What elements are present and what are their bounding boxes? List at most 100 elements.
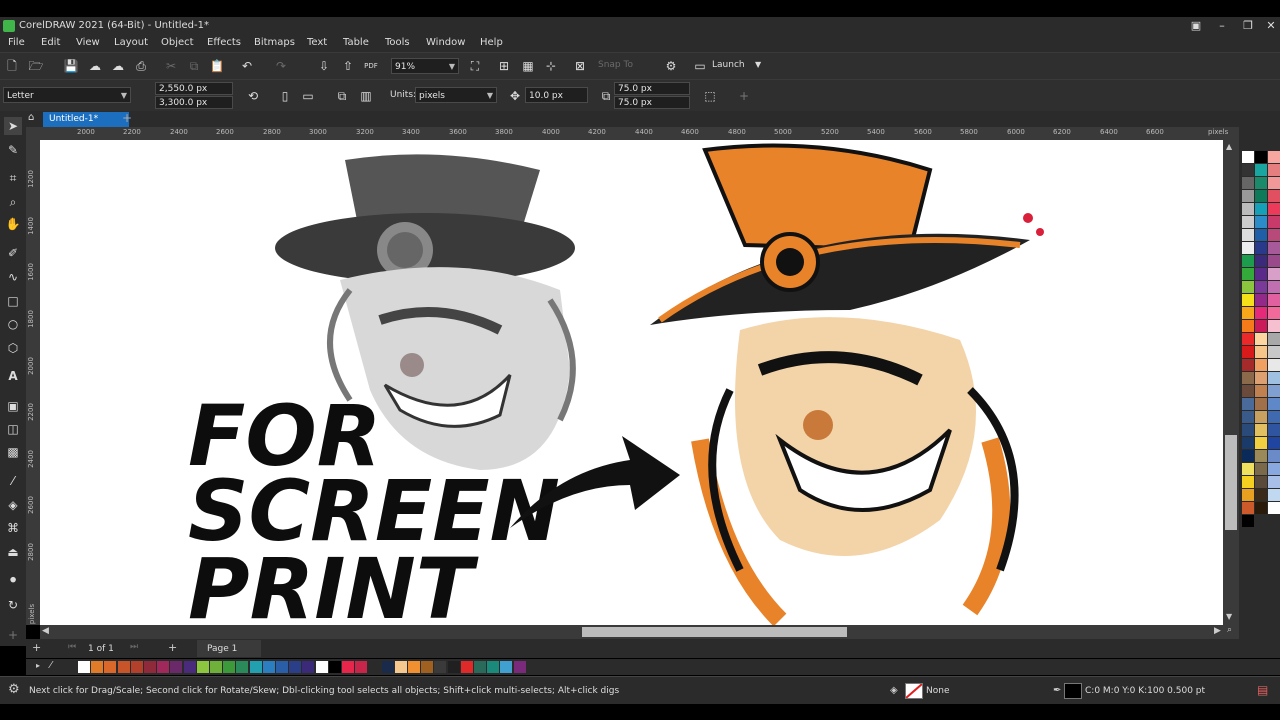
menu-help[interactable]: Help bbox=[480, 37, 503, 48]
launch-icon[interactable]: ▭ bbox=[691, 57, 709, 75]
palette-swatch[interactable] bbox=[1268, 203, 1280, 215]
page-height-field[interactable]: 3,300.0 px bbox=[155, 96, 233, 109]
palette-swatch[interactable] bbox=[1255, 255, 1267, 267]
duplicate-x-field[interactable]: 75.0 px bbox=[614, 82, 690, 95]
interactive-fill-icon[interactable]: ◈ bbox=[4, 496, 22, 514]
document-palette-swatch[interactable] bbox=[117, 661, 130, 673]
palette-swatch[interactable] bbox=[1255, 307, 1267, 319]
palette-swatch[interactable] bbox=[1242, 437, 1254, 449]
horizontal-scrollbar[interactable]: ◀ ▶ ⌕ bbox=[40, 625, 1239, 639]
ellipse-tool-icon[interactable]: ○ bbox=[4, 315, 22, 333]
palette-swatch[interactable] bbox=[1242, 281, 1254, 293]
palette-swatch[interactable] bbox=[1268, 320, 1280, 332]
palette-swatch[interactable] bbox=[1255, 346, 1267, 358]
copy-icon[interactable]: ⧉ bbox=[185, 57, 203, 75]
palette-swatch[interactable] bbox=[1242, 372, 1254, 384]
palette-swatch[interactable] bbox=[1255, 242, 1267, 254]
eyedropper-icon[interactable]: ⁄ bbox=[4, 472, 22, 490]
palette-swatch[interactable] bbox=[1255, 229, 1267, 241]
fill-swatch[interactable] bbox=[905, 683, 923, 699]
restore-button[interactable]: ❐ bbox=[1237, 18, 1259, 34]
add-page-icon[interactable]: + bbox=[32, 641, 41, 654]
palette-swatch[interactable] bbox=[1268, 372, 1280, 384]
current-page-icon[interactable]: ▥ bbox=[357, 87, 375, 105]
palette-swatch[interactable] bbox=[1255, 476, 1267, 488]
palette-swatch[interactable] bbox=[1242, 294, 1254, 306]
palette-swatch[interactable] bbox=[1242, 333, 1254, 345]
document-palette-swatch[interactable] bbox=[223, 661, 236, 673]
color-palette[interactable] bbox=[1239, 111, 1280, 658]
document-palette-swatch[interactable] bbox=[157, 661, 170, 673]
palette-swatch[interactable] bbox=[1268, 411, 1280, 423]
palette-swatch[interactable] bbox=[1268, 359, 1280, 371]
palette-swatch[interactable] bbox=[1242, 424, 1254, 436]
rectangle-tool-icon[interactable]: □ bbox=[4, 292, 22, 310]
duplicate-y-field[interactable]: 75.0 px bbox=[614, 96, 690, 109]
transform-icon[interactable]: ⟲ bbox=[244, 87, 262, 105]
document-palette-swatch[interactable] bbox=[500, 661, 513, 673]
palette-swatch[interactable] bbox=[1255, 385, 1267, 397]
document-palette-swatch[interactable] bbox=[487, 661, 500, 673]
shape-tool-icon[interactable]: ✎ bbox=[4, 141, 22, 159]
cut-icon[interactable]: ✂ bbox=[162, 57, 180, 75]
palette-swatch[interactable] bbox=[1268, 489, 1280, 501]
snap-to-dropdown[interactable]: Snap To bbox=[598, 60, 633, 70]
palette-swatch[interactable] bbox=[1242, 151, 1254, 163]
document-palette-swatch[interactable] bbox=[289, 661, 302, 673]
palette-swatch[interactable] bbox=[1242, 489, 1254, 501]
parallel-dimension-icon[interactable]: ▣ bbox=[4, 397, 22, 415]
add-icon[interactable]: + bbox=[735, 87, 753, 105]
palette-swatch[interactable] bbox=[1242, 268, 1254, 280]
menu-text[interactable]: Text bbox=[307, 37, 327, 48]
document-palette-swatch[interactable] bbox=[276, 661, 288, 673]
cloud-upload-icon[interactable]: ☁ bbox=[86, 57, 104, 75]
menu-effects[interactable]: Effects bbox=[207, 37, 241, 48]
palette-swatch[interactable] bbox=[1268, 190, 1280, 202]
palette-swatch[interactable] bbox=[1255, 502, 1267, 514]
menu-bitmaps[interactable]: Bitmaps bbox=[254, 37, 295, 48]
vertical-scroll-thumb[interactable] bbox=[1225, 435, 1237, 530]
zoom-level-field[interactable]: 91% ▼ bbox=[391, 58, 459, 74]
document-palette-swatch[interactable] bbox=[368, 661, 381, 673]
add-tool-icon[interactable]: + bbox=[4, 626, 22, 644]
document-palette-swatch[interactable] bbox=[315, 661, 328, 673]
page-tab[interactable]: Page 1 bbox=[197, 640, 261, 657]
export-icon[interactable]: ⇧ bbox=[339, 57, 357, 75]
palette-swatch[interactable] bbox=[1255, 437, 1267, 449]
vertical-scrollbar[interactable]: ▲ ▼ bbox=[1223, 140, 1239, 625]
palette-swatch[interactable] bbox=[1255, 151, 1267, 163]
palette-swatch[interactable] bbox=[1268, 242, 1280, 254]
palette-swatch[interactable] bbox=[1242, 242, 1254, 254]
document-palette-swatch[interactable] bbox=[355, 661, 368, 673]
scroll-up-icon[interactable]: ▲ bbox=[1226, 142, 1232, 151]
home-icon[interactable]: ⌂ bbox=[28, 112, 40, 126]
eyedropper-icon[interactable]: ⁄ bbox=[50, 660, 52, 671]
palette-swatch[interactable] bbox=[1242, 255, 1254, 267]
undo-icon[interactable]: ↶ bbox=[238, 57, 256, 75]
palette-swatch[interactable] bbox=[1242, 229, 1254, 241]
document-palette-swatch[interactable] bbox=[236, 661, 249, 673]
new-tab-icon[interactable]: + bbox=[122, 111, 134, 125]
palette-swatch[interactable] bbox=[1268, 476, 1280, 488]
document-palette-swatch[interactable] bbox=[210, 661, 222, 673]
palette-swatch[interactable] bbox=[1268, 398, 1280, 410]
document-palette-swatch[interactable] bbox=[249, 661, 262, 673]
page-width-field[interactable]: 2,550.0 px bbox=[155, 82, 233, 95]
document-palette-swatch[interactable] bbox=[196, 661, 209, 673]
document-palette-swatch[interactable] bbox=[381, 661, 394, 673]
document-palette-swatch[interactable] bbox=[91, 661, 104, 673]
close-button[interactable]: ✕ bbox=[1260, 18, 1280, 34]
scroll-left-icon[interactable]: ◀ bbox=[42, 626, 49, 636]
palette-swatch[interactable] bbox=[1255, 216, 1267, 228]
palette-swatch[interactable] bbox=[1268, 385, 1280, 397]
palette-swatch[interactable] bbox=[1255, 268, 1267, 280]
palette-swatch[interactable] bbox=[1268, 216, 1280, 228]
menu-table[interactable]: Table bbox=[343, 37, 369, 48]
alignment-guides-icon[interactable]: ⊠ bbox=[571, 57, 589, 75]
palette-swatch[interactable] bbox=[1268, 450, 1280, 462]
palette-swatch[interactable] bbox=[1255, 164, 1267, 176]
palette-swatch[interactable] bbox=[1242, 203, 1254, 215]
menu-object[interactable]: Object bbox=[161, 37, 194, 48]
palette-swatch[interactable] bbox=[1268, 424, 1280, 436]
new-document-icon[interactable]: 🗋 bbox=[3, 57, 21, 75]
